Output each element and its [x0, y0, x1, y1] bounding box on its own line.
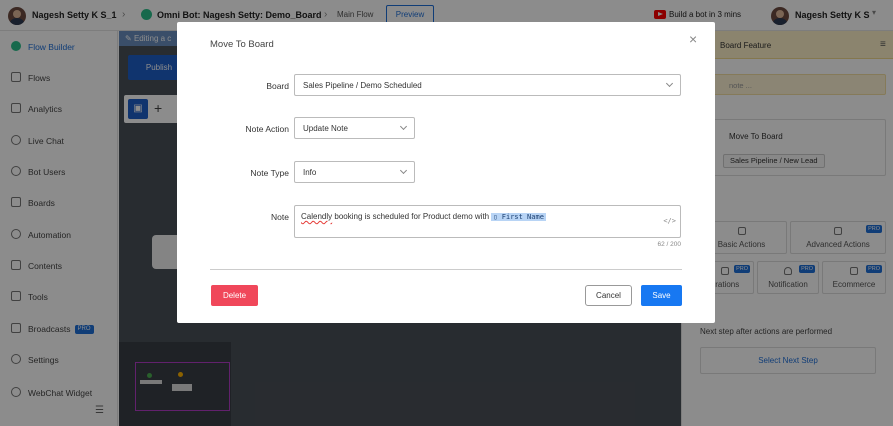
note-content: Calendly booking is scheduled for Produc… [301, 212, 546, 221]
note-action-value: Update Note [303, 124, 348, 133]
note-type-select[interactable]: Info [294, 161, 415, 183]
note-textarea[interactable]: Calendly booking is scheduled for Produc… [294, 205, 681, 238]
note-action-label: Note Action [245, 124, 289, 134]
save-button[interactable]: Save [641, 285, 682, 306]
note-type-value: Info [303, 168, 317, 177]
delete-button[interactable]: Delete [211, 285, 258, 306]
modal-title: Move To Board [210, 39, 274, 50]
spellcheck-word: Calendly [301, 212, 333, 221]
move-to-board-modal: Move To Board × Board Sales Pipeline / D… [177, 22, 715, 323]
modal-divider [210, 269, 682, 270]
board-select-value: Sales Pipeline / Demo Scheduled [303, 81, 422, 90]
chevron-down-icon [399, 166, 408, 175]
code-icon[interactable]: </> [663, 217, 676, 225]
board-label: Board [266, 81, 289, 91]
char-count: 62 / 200 [657, 241, 682, 248]
note-label: Note [271, 212, 289, 222]
board-select[interactable]: Sales Pipeline / Demo Scheduled [294, 74, 681, 96]
close-icon[interactable]: × [689, 32, 697, 46]
variable-chip[interactable]: ▯ First Name [491, 213, 546, 221]
cancel-button[interactable]: Cancel [585, 285, 632, 306]
note-text: booking is scheduled for Product demo wi… [332, 212, 492, 221]
chevron-down-icon [665, 79, 674, 88]
note-type-label: Note Type [250, 168, 289, 178]
chevron-down-icon [399, 122, 408, 131]
note-action-select[interactable]: Update Note [294, 117, 415, 139]
